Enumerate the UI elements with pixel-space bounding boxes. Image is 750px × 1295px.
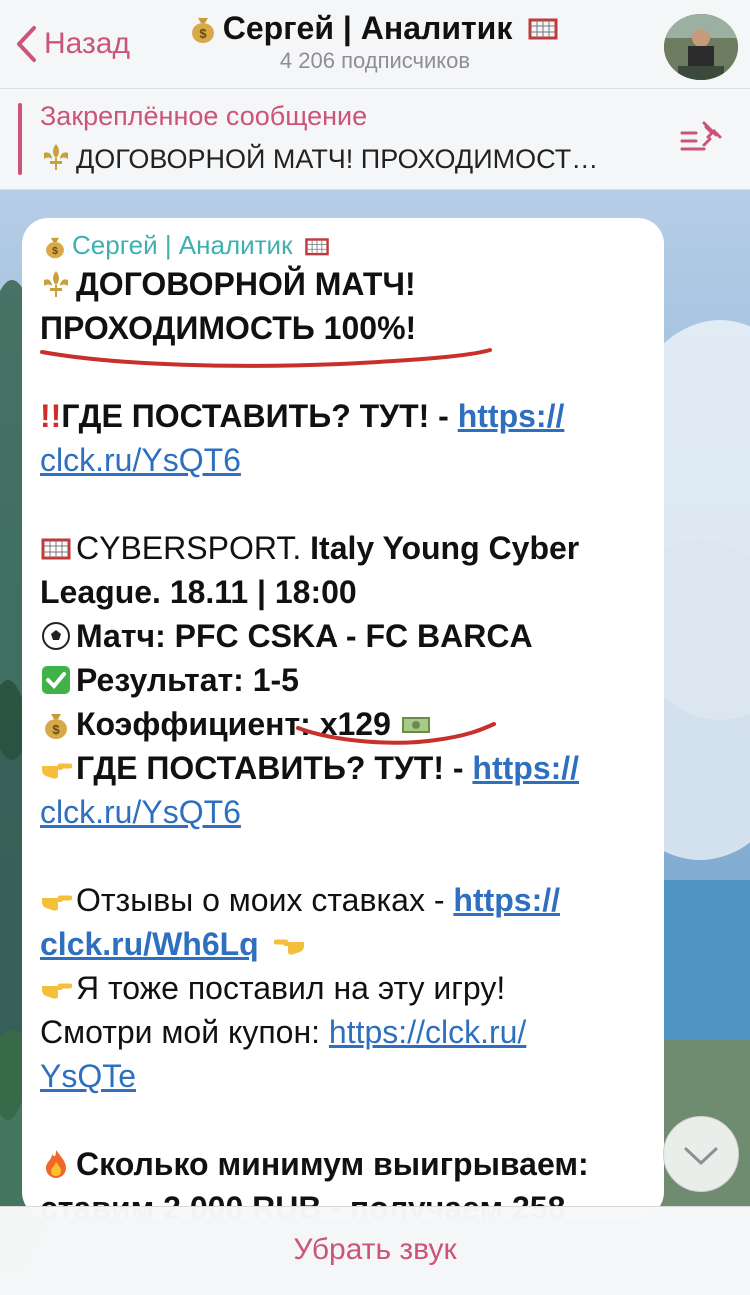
message-bubble[interactable]: $ Сергей | Аналитик ДОГОВОРНОЙ МАТЧ! ПРОХ… [22, 218, 664, 1218]
headline-line-1: ДОГОВОРНОЙ МАТЧ! [40, 262, 646, 306]
league-line: CYBERSPORT. Italy Young Cyber [40, 526, 646, 570]
headline-line-2: ПРОХОДИМОСТЬ 100%! [40, 306, 646, 368]
match-line: Матч: PFC CSKA - FC BARCA [40, 614, 646, 658]
mute-button[interactable]: Убрать звук [0, 1233, 750, 1267]
pinned-preview: ДОГОВОРНОЙ МАТЧ! ПРОХОДИМОСТ… [40, 141, 670, 175]
goal-net-icon [304, 238, 329, 256]
chevron-left-icon [17, 26, 36, 62]
channel-title: $ Сергей | Аналитик [150, 8, 600, 48]
subscriber-count: 4 206 подписчиков [279, 48, 471, 73]
back-button[interactable]: Назад [14, 20, 130, 68]
goal-net-icon [528, 18, 558, 40]
min-win-line: Сколько минимум выигрываем: [40, 1142, 646, 1186]
where-to-bet-line: !!ГДЕ ПОСТАВИТЬ? ТУТ! - https:// [40, 398, 565, 434]
bottom-bar: Убрать звук [0, 1206, 750, 1295]
double-exclamation-icon: !! [40, 398, 62, 434]
reviews-link-part2[interactable]: clck.ru/Wh6Lq [40, 926, 259, 962]
pinned-title: Закреплённое сообщение [40, 101, 368, 131]
reviews-line: Отзывы о моих ставках - https:// [40, 878, 646, 922]
pointing-hand-icon [42, 763, 72, 779]
date-line: League. 18.11 | 18:00 [40, 574, 357, 610]
channel-avatar[interactable] [664, 14, 738, 80]
result-line: Результат: 1-5 [40, 658, 646, 702]
pinned-message-bar[interactable]: Закреплённое сообщение ДОГОВОРНОЙ МАТЧ! … [0, 88, 750, 190]
money-bag-icon: $ [45, 714, 67, 739]
soccer-ball-icon [42, 622, 70, 650]
svg-text:$: $ [52, 245, 58, 257]
pinned-indicator [18, 103, 22, 175]
red-underline-annotation [40, 348, 492, 368]
red-underline-annotation [296, 722, 496, 745]
money-bag-icon: $ [46, 237, 64, 259]
money-bag-icon: $ [191, 18, 214, 43]
pointing-hand-left-icon [273, 939, 304, 955]
fleur-de-lis-icon [44, 271, 68, 297]
scroll-to-bottom-button[interactable] [663, 1116, 739, 1192]
svg-text:$: $ [199, 26, 207, 41]
svg-text:$: $ [52, 722, 60, 737]
goal-net-icon [41, 538, 71, 560]
channel-title-block[interactable]: $ Сергей | Аналитик 4 206 подписчиков [150, 8, 600, 74]
reviews-link-part1[interactable]: https:// [453, 882, 560, 918]
fleur-de-lis-icon [44, 144, 68, 170]
fire-icon [46, 1150, 66, 1178]
odds-line: $ Коэффициент: x129 [40, 702, 646, 746]
pinned-list-icon[interactable] [678, 119, 722, 159]
where-to-bet-line-2: ГДЕ ПОСТАВИТЬ? ТУТ! - https:// [40, 746, 646, 790]
pointing-hand-icon [42, 983, 72, 999]
bet-link-2-part1[interactable]: https:// [472, 750, 579, 786]
bet-link-part1[interactable]: https:// [458, 398, 565, 434]
back-label: Назад [44, 27, 130, 60]
coupon-link-part1[interactable]: https://clck.ru/ [329, 1014, 526, 1050]
message-sender[interactable]: $ Сергей | Аналитик [42, 228, 646, 262]
bet-link-part2[interactable]: clck.ru/YsQT6 [40, 442, 241, 478]
bet-link-2-part2[interactable]: clck.ru/YsQT6 [40, 794, 241, 830]
coupon-line: Я тоже поставил на эту игру! [40, 966, 646, 1010]
coupon-link-part2[interactable]: YsQTe [40, 1058, 136, 1094]
check-mark-icon [42, 666, 70, 694]
chat-header: Назад $ Сергей | Аналитик 4 206 подписчик… [0, 0, 750, 88]
pointing-hand-icon [42, 895, 72, 911]
chevron-down-icon [684, 1147, 718, 1165]
